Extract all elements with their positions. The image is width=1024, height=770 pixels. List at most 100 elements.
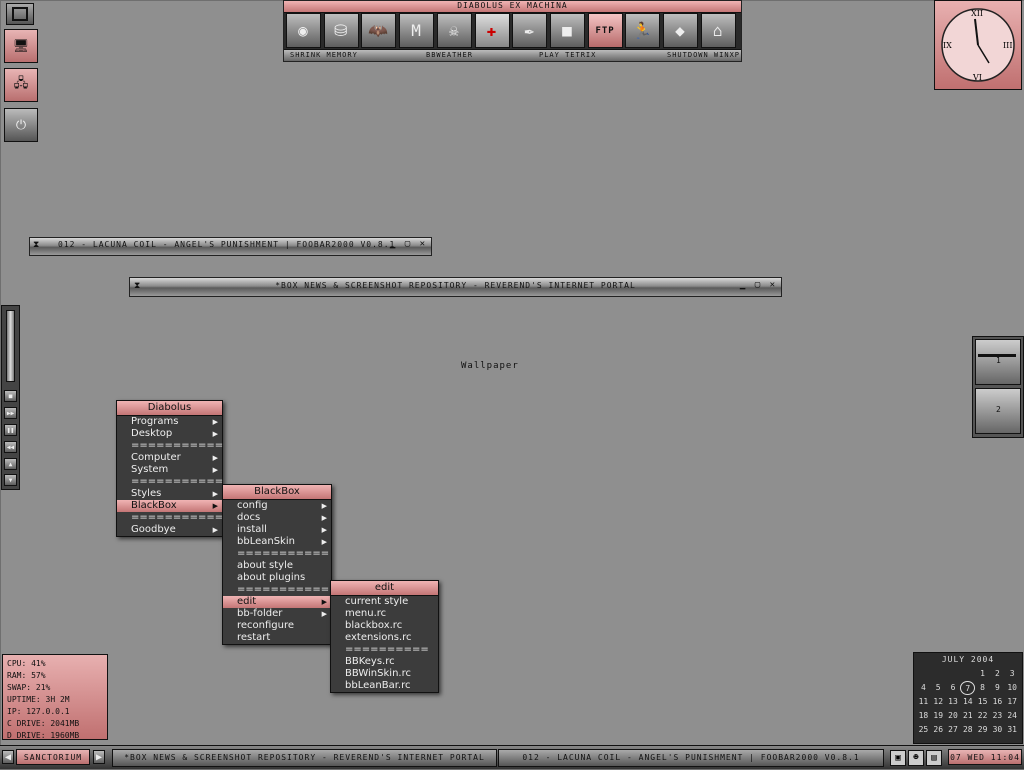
menu-item[interactable]: about plugins [223, 572, 331, 584]
calendar-day[interactable]: 3 [1005, 667, 1020, 681]
media-button-next[interactable]: ▶▶ [4, 407, 17, 419]
foobar-window-buttons[interactable]: ▁ ▢ ✕ [390, 239, 427, 249]
calendar-day[interactable]: 23 [990, 709, 1005, 723]
menu-item[interactable]: BBKeys.rc [331, 656, 438, 668]
menu-item[interactable]: edit ▶ [223, 596, 331, 608]
menu-item[interactable]: reconfigure [223, 620, 331, 632]
calendar-day[interactable]: 18 [916, 709, 931, 723]
calendar-day[interactable]: 14 [960, 695, 975, 709]
calendar-day[interactable]: 9 [990, 681, 1005, 695]
tray-monitor-icon[interactable]: ▤ [926, 750, 942, 766]
menu-separator: =========== [117, 512, 223, 524]
calendar-day[interactable]: 7 [960, 681, 976, 695]
tray-alien-icon[interactable]: ☻ [908, 750, 924, 766]
calendar-day[interactable]: 1 [975, 667, 990, 681]
taskbar-clock[interactable]: 07 WED 11:04 [948, 749, 1022, 765]
bat-toolbar-button[interactable]: 🦇 [361, 13, 397, 48]
menu-item[interactable]: Goodbye ▶ [117, 524, 222, 536]
calendar-day[interactable]: 15 [975, 695, 990, 709]
folder-toolbar-button[interactable]: ◆ [663, 13, 698, 48]
menu-item[interactable]: Programs ▶ [117, 416, 222, 428]
calendar-day[interactable]: 28 [960, 723, 975, 737]
calendar-day[interactable]: 5 [931, 681, 946, 695]
calendar-day[interactable]: 6 [946, 681, 961, 695]
play-tetrix-label[interactable]: Play Tetrix [539, 51, 596, 59]
disc-toolbar-button[interactable]: ◉ [286, 13, 321, 48]
network-launcher-button[interactable]: 🖧 [4, 68, 38, 102]
media-button-down[interactable]: ▼ [4, 474, 17, 486]
menu-item[interactable]: restart [223, 632, 331, 644]
pen-icon: ✒ [524, 21, 535, 40]
calendar-day[interactable]: 4 [916, 681, 931, 695]
menu-item[interactable]: menu.rc [331, 608, 438, 620]
square-toolbar-button[interactable]: ■ [549, 13, 585, 48]
boxnews-window-titlebar[interactable]: ⧗ *Box News & Screenshot Repository - Re… [129, 277, 782, 297]
m-toolbar-button[interactable]: M [399, 13, 435, 48]
menu-item[interactable]: bb-folder ▶ [223, 608, 331, 620]
shrink-memory-label[interactable]: Shrink Memory [290, 51, 358, 59]
menu-item[interactable]: Computer ▶ [117, 452, 222, 464]
calendar-day[interactable]: 13 [946, 695, 961, 709]
media-button-prev[interactable]: ◀◀ [4, 441, 17, 453]
calendar-day[interactable]: 19 [931, 709, 946, 723]
menu-item[interactable]: Desktop ▶ [117, 428, 222, 440]
calendar-day[interactable]: 24 [1005, 709, 1020, 723]
volume-slider[interactable] [6, 310, 15, 382]
menu-item[interactable]: System ▶ [117, 464, 222, 476]
menu-item[interactable]: bbLeanSkin ▶ [223, 536, 331, 548]
taskbar-next-workspace-button[interactable]: ▶ [93, 750, 105, 764]
computer-launcher-button[interactable]: 🖥 [4, 29, 38, 63]
taskbar-prev-workspace-button[interactable]: ◀ [2, 750, 14, 764]
boxnews-window-buttons[interactable]: ▁ ▢ ✕ [740, 280, 777, 290]
calendar-day[interactable]: 29 [975, 723, 990, 737]
dd-toolbar-button[interactable]: ⌂ [700, 13, 736, 48]
menu-item[interactable]: docs ▶ [223, 512, 331, 524]
menu-item[interactable]: BlackBox ▶ [117, 500, 222, 512]
calendar-day[interactable]: 26 [931, 723, 946, 737]
calendar-day[interactable]: 17 [1005, 695, 1020, 709]
menu-item[interactable]: BBWinSkin.rc [331, 668, 438, 680]
menu-item[interactable]: about style [223, 560, 331, 572]
calendar-day[interactable]: 27 [946, 723, 961, 737]
menu-item[interactable]: Styles ▶ [117, 488, 222, 500]
menu-item[interactable]: extensions.rc [331, 632, 438, 644]
calendar-day[interactable]: 8 [975, 681, 990, 695]
taskbar-task-foobar[interactable]: 012 - Lacuna Coil - Angel's Punishment |… [498, 749, 884, 767]
close-launcher-button[interactable] [6, 3, 34, 25]
cat-toolbar-button[interactable]: ☠ [436, 13, 472, 48]
taskbar-workspace-label[interactable]: SANCTORIUM [16, 749, 90, 765]
tray-network-icon[interactable]: ▣ [890, 750, 906, 766]
calendar-day[interactable]: 30 [990, 723, 1005, 737]
workspace-2[interactable]: 2 [975, 388, 1021, 434]
workspace-1[interactable]: 1 [975, 339, 1021, 385]
runner-toolbar-button[interactable]: 🏃 [625, 13, 661, 48]
calendar-day[interactable]: 20 [946, 709, 961, 723]
media-button-pause[interactable]: ❚❚ [4, 424, 17, 436]
calendar-day[interactable]: 25 [916, 723, 931, 737]
pen-toolbar-button[interactable]: ✒ [512, 13, 548, 48]
media-button-stop[interactable]: ■ [4, 390, 17, 402]
calendar-day[interactable]: 31 [1005, 723, 1020, 737]
calendar-day[interactable]: 2 [990, 667, 1005, 681]
calendar-day[interactable]: 22 [975, 709, 990, 723]
calendar-day[interactable]: 21 [960, 709, 975, 723]
drive-toolbar-button[interactable]: ⛁ [323, 13, 359, 48]
power-launcher-button[interactable]: ⏻ [4, 108, 38, 142]
ftp-toolbar-button[interactable]: FTP [587, 13, 623, 48]
menu-item[interactable]: bbLeanBar.rc [331, 680, 438, 692]
bbweather-label[interactable]: BBWeather [426, 51, 473, 59]
calendar-day[interactable]: 10 [1005, 681, 1020, 695]
calendar-day[interactable]: 16 [990, 695, 1005, 709]
menu-item[interactable]: config ▶ [223, 500, 331, 512]
shutdown-label[interactable]: Shutdown WinXP [667, 51, 740, 59]
menu-item[interactable]: current style [331, 596, 438, 608]
stat-line: RAM: 57% [7, 671, 46, 680]
foobar-window-titlebar[interactable]: ⧗ 012 - Lacuna Coil - Angel's Punishment… [29, 237, 432, 256]
calendar-day[interactable]: 12 [931, 695, 946, 709]
menu-item[interactable]: install ▶ [223, 524, 331, 536]
media-button-up[interactable]: ▲ [4, 458, 17, 470]
menu-item[interactable]: blackbox.rc [331, 620, 438, 632]
medkit-toolbar-button[interactable]: ✚ [474, 13, 510, 48]
calendar-day[interactable]: 11 [916, 695, 931, 709]
taskbar-task-boxnews[interactable]: *Box News & Screenshot Repository - Reve… [112, 749, 497, 767]
